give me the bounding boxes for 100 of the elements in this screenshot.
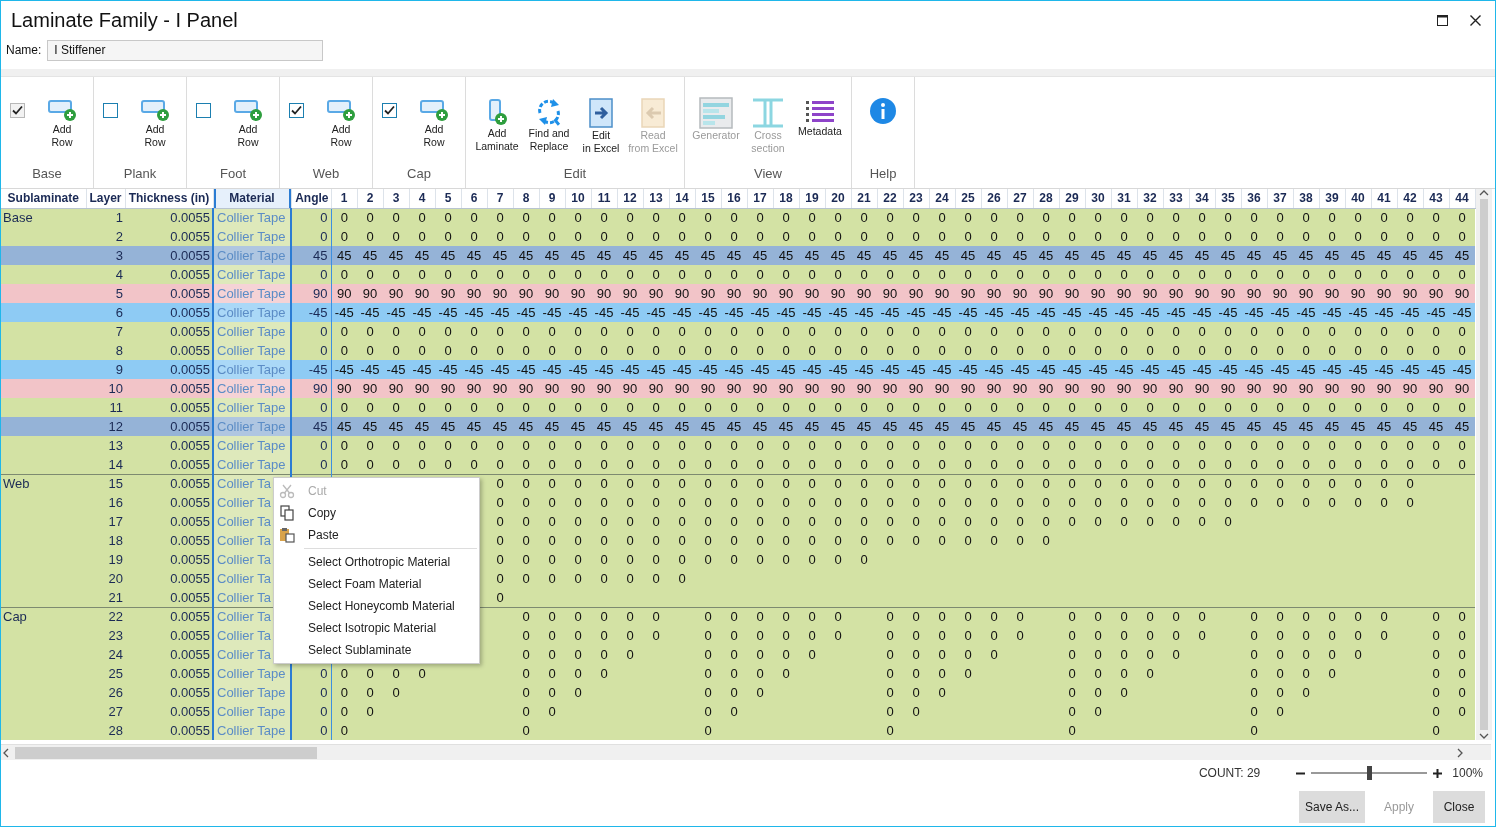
column-header[interactable]: 15 xyxy=(695,189,721,208)
scroll-up-icon[interactable] xyxy=(1478,189,1489,197)
column-header[interactable]: 18 xyxy=(773,189,799,208)
close-icon[interactable] xyxy=(1470,14,1481,26)
ribbon-button[interactable]: Add Row xyxy=(316,95,366,151)
maximize-icon[interactable] xyxy=(1437,14,1448,26)
dialog-button[interactable]: Close xyxy=(1433,791,1485,823)
table-cell: 0 xyxy=(955,398,981,417)
table-cell: 0 xyxy=(1449,208,1475,227)
checkbox[interactable] xyxy=(382,103,397,118)
table-cell: 0 xyxy=(409,227,435,246)
table-cell: -45 xyxy=(1423,303,1449,322)
column-header[interactable]: 7 xyxy=(487,189,513,208)
table-cell: 0 xyxy=(1267,474,1293,493)
column-header[interactable]: Sublaminate xyxy=(1,189,86,208)
column-header[interactable]: 38 xyxy=(1293,189,1319,208)
table-cell: 0 xyxy=(513,436,539,455)
table-cell: 0 xyxy=(721,645,747,664)
plus-icon[interactable] xyxy=(1433,768,1443,778)
column-header[interactable]: 27 xyxy=(1007,189,1033,208)
column-header[interactable]: 42 xyxy=(1397,189,1423,208)
table-cell: 0 xyxy=(747,626,773,645)
column-header[interactable]: 13 xyxy=(643,189,669,208)
column-header[interactable]: 4 xyxy=(409,189,435,208)
slider-thumb[interactable] xyxy=(1367,766,1373,780)
ribbon-button[interactable]: Add Laminate xyxy=(472,95,522,155)
checkbox[interactable] xyxy=(103,103,118,118)
column-header[interactable]: 24 xyxy=(929,189,955,208)
ribbon-button[interactable]: Add Row xyxy=(130,95,180,151)
column-header[interactable]: Thickness (in) xyxy=(125,189,213,208)
table-cell: 0 xyxy=(409,664,435,683)
column-header[interactable]: 30 xyxy=(1085,189,1111,208)
column-header[interactable]: 16 xyxy=(721,189,747,208)
vertical-scrollbar[interactable] xyxy=(1475,189,1492,740)
ribbon-button[interactable]: Metadata xyxy=(795,95,845,140)
table-cell: 0 xyxy=(409,398,435,417)
column-header[interactable]: 20 xyxy=(825,189,851,208)
column-header[interactable]: 17 xyxy=(747,189,773,208)
checkbox[interactable] xyxy=(196,103,211,118)
table-cell: 45 xyxy=(643,246,669,265)
column-header[interactable]: 31 xyxy=(1111,189,1137,208)
column-header[interactable]: 36 xyxy=(1241,189,1267,208)
table-cell: 0 xyxy=(1215,455,1241,474)
table-cell: 90 xyxy=(981,379,1007,398)
column-header[interactable]: 33 xyxy=(1163,189,1189,208)
column-header[interactable]: 22 xyxy=(877,189,903,208)
column-header[interactable]: 35 xyxy=(1215,189,1241,208)
column-header[interactable]: Material xyxy=(213,189,291,208)
table-cell: 0 xyxy=(955,208,981,227)
ribbon-button[interactable]: Edit in Excel xyxy=(576,95,626,157)
column-header[interactable]: 25 xyxy=(955,189,981,208)
table-cell: 45 xyxy=(825,246,851,265)
group-label: View xyxy=(753,165,783,183)
column-header[interactable]: 11 xyxy=(591,189,617,208)
column-header[interactable]: 40 xyxy=(1345,189,1371,208)
column-header[interactable]: 23 xyxy=(903,189,929,208)
table-cell: 90 xyxy=(1371,379,1397,398)
column-header[interactable]: 14 xyxy=(669,189,695,208)
column-header[interactable]: 32 xyxy=(1137,189,1163,208)
column-header[interactable]: Angle xyxy=(291,189,331,208)
scroll-left-icon[interactable] xyxy=(1,747,11,758)
checkbox[interactable] xyxy=(289,103,304,118)
column-header[interactable]: 2 xyxy=(357,189,383,208)
column-header[interactable]: 5 xyxy=(435,189,461,208)
column-header[interactable]: 41 xyxy=(1371,189,1397,208)
table-cell: 90 xyxy=(955,379,981,398)
column-header[interactable]: 26 xyxy=(981,189,1007,208)
table-cell: 0 xyxy=(877,512,903,531)
column-header[interactable]: 9 xyxy=(539,189,565,208)
column-header[interactable]: 21 xyxy=(851,189,877,208)
table-cell: 0 xyxy=(825,493,851,512)
column-header[interactable]: 19 xyxy=(799,189,825,208)
column-header[interactable]: 1 xyxy=(331,189,357,208)
scroll-down-icon[interactable] xyxy=(1478,732,1489,740)
column-header[interactable]: 3 xyxy=(383,189,409,208)
scroll-right-icon[interactable] xyxy=(1455,747,1465,758)
column-header[interactable]: 34 xyxy=(1189,189,1215,208)
column-header[interactable]: 37 xyxy=(1267,189,1293,208)
column-header[interactable]: 6 xyxy=(461,189,487,208)
ribbon-button[interactable]: Find and Replace xyxy=(524,95,574,155)
column-header[interactable]: 44 xyxy=(1449,189,1475,208)
dialog-button[interactable]: Save As... xyxy=(1298,791,1365,823)
column-header[interactable]: 10 xyxy=(565,189,591,208)
table-cell: 0 xyxy=(357,664,383,683)
ribbon-button[interactable]: Add Row xyxy=(409,95,459,151)
table-cell: 0 xyxy=(721,493,747,512)
column-header[interactable]: 43 xyxy=(1423,189,1449,208)
column-header[interactable]: 8 xyxy=(513,189,539,208)
ribbon-button[interactable]: Add Row xyxy=(37,95,87,151)
name-field[interactable]: I Stiffener xyxy=(47,39,324,61)
column-header[interactable]: 28 xyxy=(1033,189,1059,208)
table-cell: -45 xyxy=(1111,303,1137,322)
column-header[interactable]: 29 xyxy=(1059,189,1085,208)
horizontal-scrollbar[interactable] xyxy=(1,744,1491,760)
column-header[interactable]: 12 xyxy=(617,189,643,208)
table-cell: 0 xyxy=(1059,626,1085,645)
column-header[interactable]: 39 xyxy=(1319,189,1345,208)
ribbon-button[interactable]: Add Row xyxy=(223,95,273,151)
column-header[interactable]: Layer xyxy=(86,189,125,208)
table-cell: 0 xyxy=(695,683,721,702)
